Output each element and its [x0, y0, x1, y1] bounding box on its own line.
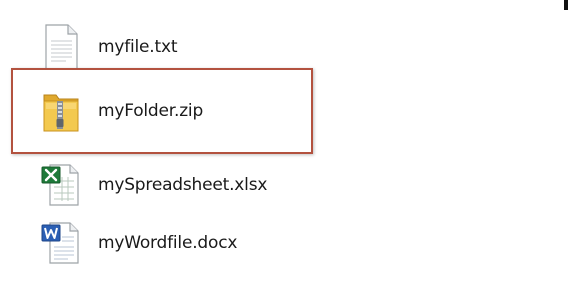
file-name: myWordfile.docx: [98, 233, 238, 253]
file-name: myfile.txt: [98, 37, 178, 57]
file-item-docx[interactable]: myWordfile.docx: [40, 218, 237, 268]
excel-file-icon: [40, 161, 82, 209]
file-item-zip[interactable]: myFolder.zip: [40, 86, 203, 136]
zip-folder-icon: [40, 87, 82, 135]
file-name: myFolder.zip: [98, 101, 204, 121]
word-file-icon: [40, 219, 82, 267]
file-list: myfile.txt myFolder.zip mySpreadsheet.xl…: [0, 0, 576, 289]
file-item-xlsx[interactable]: mySpreadsheet.xlsx: [40, 160, 267, 210]
file-name: mySpreadsheet.xlsx: [98, 175, 268, 195]
file-item-txt[interactable]: myfile.txt: [40, 22, 178, 72]
text-file-icon: [40, 23, 82, 71]
